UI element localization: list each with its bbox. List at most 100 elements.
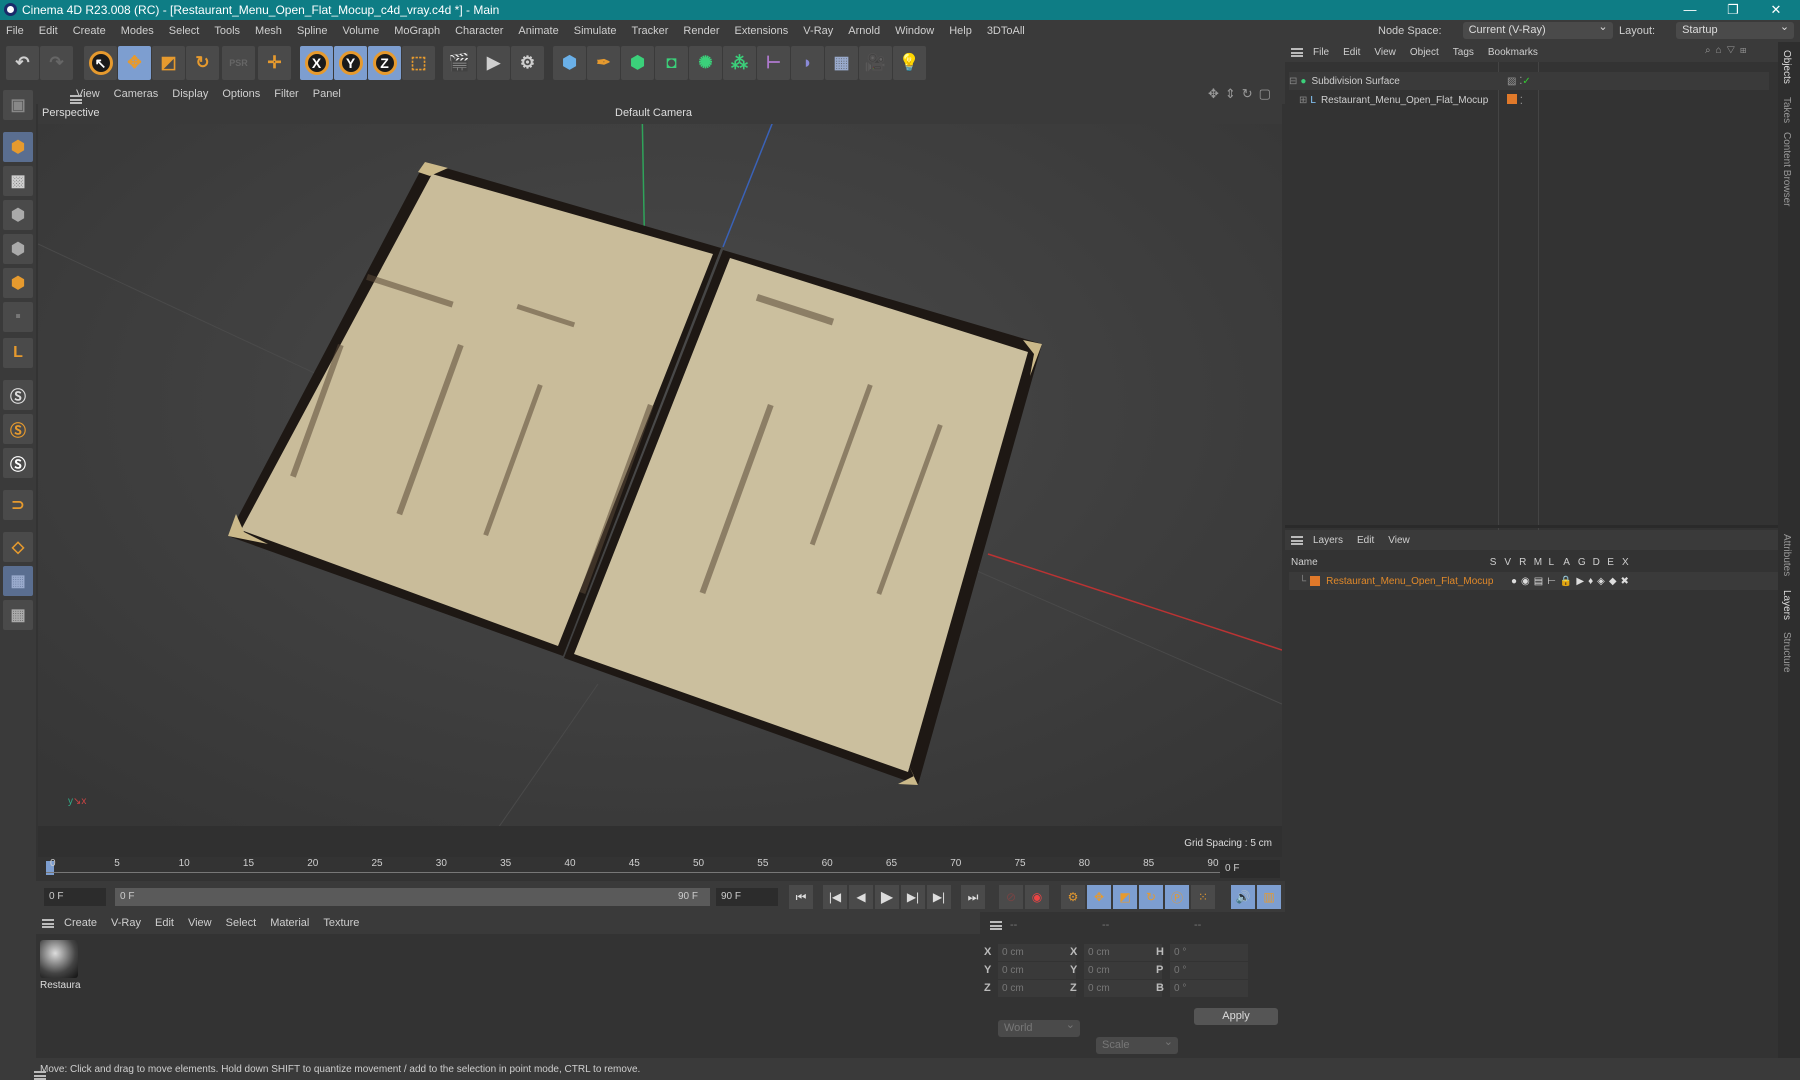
timeline-icon[interactable]: ▥ bbox=[1257, 885, 1281, 909]
viewport-menu-filter[interactable]: Filter bbox=[274, 88, 298, 100]
render-button[interactable]: ▶ bbox=[477, 46, 510, 80]
x-axis-button[interactable]: X bbox=[300, 46, 333, 80]
material-menu-select[interactable]: Select bbox=[226, 917, 257, 929]
restore-button[interactable]: ❐ bbox=[1713, 0, 1753, 20]
menu-simulate[interactable]: Simulate bbox=[574, 25, 617, 37]
undo-button[interactable]: ↶ bbox=[6, 46, 39, 80]
coord-field[interactable]: 0 cm bbox=[1084, 944, 1162, 961]
go-to-end-button[interactable]: ⏭ bbox=[961, 885, 985, 909]
menu-volume[interactable]: Volume bbox=[343, 25, 380, 37]
pen-icon[interactable]: ✒ bbox=[587, 46, 620, 80]
tab-structure[interactable]: Structure bbox=[1781, 632, 1792, 673]
grid-icon[interactable]: ▦ bbox=[3, 566, 33, 596]
z-axis-button[interactable]: Z bbox=[368, 46, 401, 80]
menu-extensions[interactable]: Extensions bbox=[734, 25, 788, 37]
coord-space-dropdown[interactable]: World bbox=[998, 1017, 1080, 1037]
layer-color-swatch[interactable] bbox=[1310, 576, 1321, 586]
object-row[interactable]: ⊟ ● Subdivision Surface ▨ ⁚✓ bbox=[1289, 72, 1769, 90]
object-search-icons[interactable]: ⌕⌂▽⊞ bbox=[1705, 45, 1751, 56]
node-space-dropdown[interactable]: Current (V-Ray) bbox=[1462, 19, 1613, 39]
layer-menu-edit[interactable]: Edit bbox=[1357, 535, 1374, 546]
layer-column-header[interactable]: S bbox=[1490, 557, 1497, 568]
coord-mode-dropdown[interactable]: Scale bbox=[1096, 1034, 1178, 1054]
edges-mode-icon[interactable]: ⬢ bbox=[3, 234, 33, 264]
magnet-icon[interactable]: ⊃ bbox=[3, 490, 33, 520]
snap-icon[interactable]: Ⓢ bbox=[3, 380, 33, 410]
menu-spline[interactable]: Spline bbox=[297, 25, 328, 37]
coord-field[interactable]: 0 cm bbox=[998, 980, 1076, 997]
scale-tool-button[interactable]: ◩ bbox=[152, 46, 185, 80]
rotate-tool-button[interactable]: ↻ bbox=[186, 46, 219, 80]
coord-field[interactable]: 0 cm bbox=[998, 962, 1076, 979]
menu-modes[interactable]: Modes bbox=[121, 25, 154, 37]
cloner-icon[interactable]: ✺ bbox=[689, 46, 722, 80]
transform-button[interactable]: ✛ bbox=[258, 46, 291, 80]
play-button[interactable]: ▶ bbox=[875, 885, 899, 909]
visibility-icons[interactable]: ▨ ⁚✓ bbox=[1507, 76, 1531, 87]
coord-field[interactable]: 0 ° bbox=[1170, 944, 1248, 961]
material-menu-material[interactable]: Material bbox=[270, 917, 309, 929]
previous-frame-button[interactable]: ◀ bbox=[849, 885, 873, 909]
layer-column-header[interactable]: M bbox=[1534, 557, 1542, 568]
menu-tools[interactable]: Tools bbox=[214, 25, 240, 37]
coord-field[interactable]: 0 cm bbox=[998, 944, 1076, 961]
object-row[interactable]: ⊞ L Restaurant_Menu_Open_Flat_Mocup ⁚ bbox=[1299, 91, 1769, 109]
select-tool-button[interactable]: ↖ bbox=[84, 46, 117, 80]
previous-key-button[interactable]: |◀ bbox=[823, 885, 847, 909]
material-menu-view[interactable]: View bbox=[188, 917, 212, 929]
locked-workplane-icon[interactable]: ▦ bbox=[3, 600, 33, 630]
layer-column-header[interactable]: Name bbox=[1291, 557, 1318, 568]
menu-help[interactable]: Help bbox=[949, 25, 972, 37]
menu-tracker[interactable]: Tracker bbox=[632, 25, 669, 37]
layer-row[interactable]: └ Restaurant_Menu_Open_Flat_Mocup ●◉▤⊢🔒▶… bbox=[1289, 572, 1778, 590]
object-menu-bookmarks[interactable]: Bookmarks bbox=[1488, 47, 1538, 58]
redo-button[interactable]: ↷ bbox=[40, 46, 73, 80]
material-menu-icon[interactable] bbox=[42, 918, 54, 928]
layer-column-header[interactable]: X bbox=[1622, 557, 1629, 568]
menu-select[interactable]: Select bbox=[169, 25, 200, 37]
record-icon[interactable]: ⊘ bbox=[999, 885, 1023, 909]
workplane-icon[interactable]: ◇ bbox=[3, 532, 33, 562]
render-settings-button[interactable]: ⚙ bbox=[511, 46, 544, 80]
cube-icon[interactable]: ⬢ bbox=[553, 46, 586, 80]
menu-file[interactable]: File bbox=[6, 25, 24, 37]
timeline-ruler[interactable]: 0 5 10 15 20 25 30 35 40 45 50 55 60 65 70 75 80 85 90 0 F bbox=[36, 857, 1285, 881]
sound-icon[interactable]: 🔊 bbox=[1231, 885, 1255, 909]
next-key-button[interactable]: ▶| bbox=[927, 885, 951, 909]
viewport-menu-display[interactable]: Display bbox=[172, 88, 208, 100]
layer-menu-icon[interactable] bbox=[1291, 535, 1303, 545]
coord-field[interactable]: 0 cm bbox=[1084, 980, 1162, 997]
tab-objects[interactable]: Objects bbox=[1781, 50, 1792, 84]
material-menu-edit[interactable]: Edit bbox=[155, 917, 174, 929]
mograph-icon[interactable]: ⁂ bbox=[723, 46, 756, 80]
keyframe-selection-icon[interactable]: ⚙ bbox=[1061, 885, 1085, 909]
end-frame-field[interactable]: 90 F bbox=[716, 888, 778, 906]
key-pla-icon[interactable]: ⁙ bbox=[1191, 885, 1215, 909]
move-tool-button[interactable]: ✥ bbox=[118, 46, 151, 80]
layer-column-header[interactable]: D bbox=[1593, 557, 1600, 568]
go-to-start-button[interactable]: ⏮ bbox=[789, 885, 813, 909]
layer-column-header[interactable]: R bbox=[1519, 557, 1526, 568]
coord-field[interactable]: 0 cm bbox=[1084, 962, 1162, 979]
key-scale-icon[interactable]: ◩ bbox=[1113, 885, 1137, 909]
viewport-menu-options[interactable]: Options bbox=[222, 88, 260, 100]
coordinate-system-button[interactable]: ⬚ bbox=[402, 46, 435, 80]
viewport-menu-panel[interactable]: Panel bbox=[313, 88, 341, 100]
generator-icon[interactable]: ◘ bbox=[655, 46, 688, 80]
y-axis-button[interactable]: Y bbox=[334, 46, 367, 80]
status-menu-icon[interactable] bbox=[34, 1070, 46, 1080]
object-menu-view[interactable]: View bbox=[1374, 47, 1396, 58]
camera-name[interactable]: Default Camera bbox=[615, 107, 692, 119]
menu-edit[interactable]: Edit bbox=[39, 25, 58, 37]
material-menu-create[interactable]: Create bbox=[64, 917, 97, 929]
menu-animate[interactable]: Animate bbox=[518, 25, 558, 37]
current-frame-field[interactable]: 0 F bbox=[1220, 860, 1280, 878]
uv-mode-icon[interactable]: ▪ bbox=[3, 302, 33, 332]
coord-menu-icon[interactable] bbox=[990, 921, 1002, 930]
camera-icon[interactable]: 🎥 bbox=[859, 46, 892, 80]
key-rotation-icon[interactable]: ↻ bbox=[1139, 885, 1163, 909]
make-editable-icon[interactable]: ▣ bbox=[3, 90, 33, 120]
menu-arnold[interactable]: Arnold bbox=[848, 25, 880, 37]
material-item[interactable]: Restaura bbox=[40, 940, 81, 996]
minimize-button[interactable]: — bbox=[1670, 0, 1710, 20]
